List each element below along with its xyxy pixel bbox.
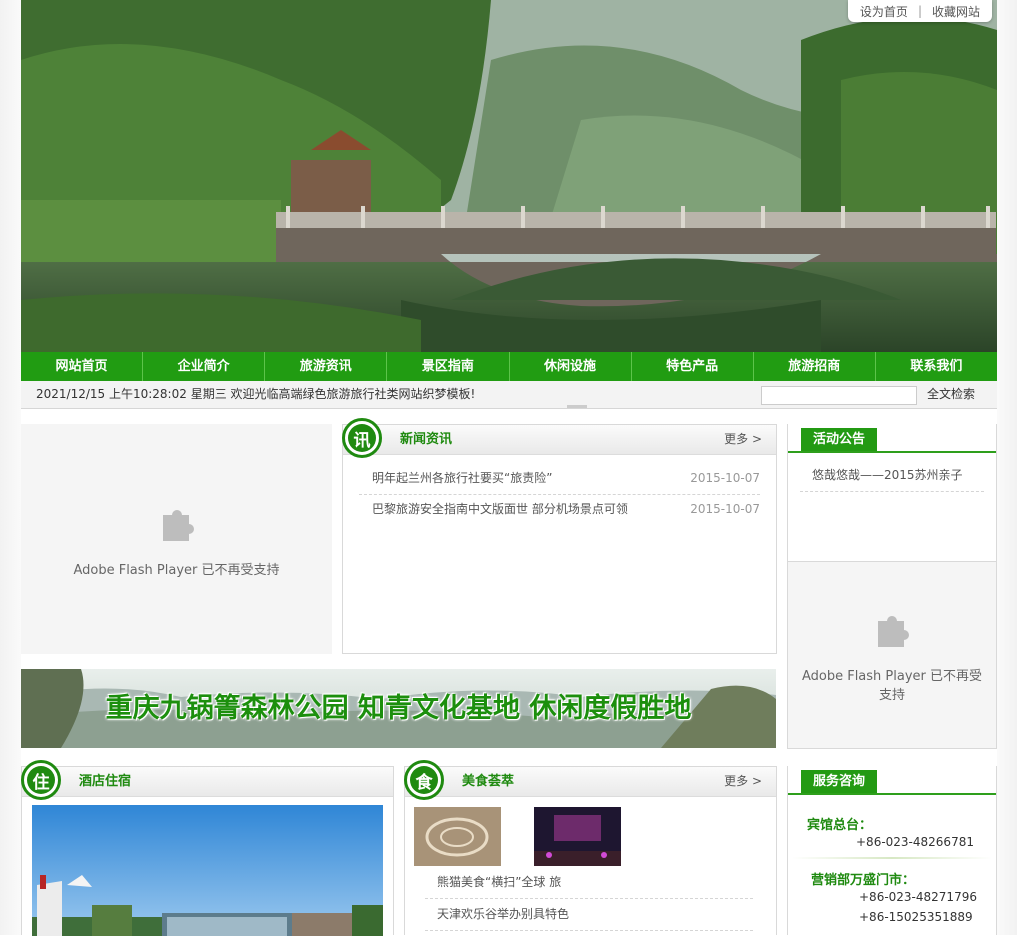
news-item-date: 2015-10-07 (690, 471, 760, 485)
sales-phone-1: +86-023-48271796 (859, 890, 977, 904)
food-thumbnail[interactable] (414, 807, 501, 866)
news-panel-title: 新闻资讯 (400, 432, 453, 447)
food-more-link[interactable]: 更多 > (724, 767, 762, 796)
hotel-panel-header: 住 酒店住宿 (21, 760, 393, 800)
nav-item-contact[interactable]: 联系我们 (876, 352, 997, 381)
search-button[interactable]: 全文检索 (927, 381, 975, 408)
set-homepage-link[interactable]: 设为首页 (860, 3, 908, 20)
notice-panel-title: 活动公告 (801, 428, 878, 451)
nav-item-investment[interactable]: 旅游招商 (754, 352, 876, 381)
hotel-panel-title: 酒店住宿 (79, 774, 132, 789)
notice-panel-header: 活动公告 (788, 424, 996, 453)
service-divider (792, 857, 992, 859)
slogan-text: 重庆九锅箐森林公园 知青文化基地 休闲度假胜地 (105, 693, 692, 724)
nav-item-home[interactable]: 网站首页 (21, 352, 144, 381)
event-thumbnail[interactable] (534, 807, 621, 866)
flash-placeholder-right: Adobe Flash Player 已不再受支持 (787, 562, 997, 749)
news-panel: 讯 新闻资讯 更多 > 明年起兰州各旅行社要买“旅责险” 2015-10-07 … (342, 418, 777, 654)
sales-office-label: 营销部万盛门市： (811, 873, 916, 888)
food-item-title[interactable]: 天津欢乐谷举办别具特色 (437, 907, 569, 921)
page-edge-left (0, 0, 21, 935)
food-item: 熊猫美食“横扫”全球 旅 (425, 867, 753, 899)
hotel-desk-phone: +86-023-48266781 (856, 835, 974, 849)
page-container: 设为首页 | 收藏网站 网站首页 企业简介 旅游资讯 景区指南 休闲设施 特色产… (21, 0, 997, 936)
nav-item-leisure[interactable]: 休闲设施 (510, 352, 632, 381)
plugin-puzzle-icon (878, 616, 909, 647)
service-panel: 服务咨询 宾馆总台： +86-023-48266781 营销部万盛门市： +86… (787, 766, 997, 935)
food-badge-icon: 食 (404, 760, 444, 800)
hotel-badge-icon: 住 (21, 760, 61, 800)
news-badge-icon: 讯 (342, 418, 382, 458)
notice-item: 悠哉悠哉——2015苏州亲子 (800, 460, 984, 492)
scroll-grip[interactable] (567, 405, 587, 408)
nav-item-about[interactable]: 企业简介 (143, 352, 266, 381)
notice-panel: 活动公告 悠哉悠哉——2015苏州亲子 (787, 424, 997, 562)
main-nav: 网站首页 企业简介 旅游资讯 景区指南 休闲设施 特色产品 旅游招商 联系我们 (21, 352, 997, 381)
news-item-title[interactable]: 明年起兰州各旅行社要买“旅责险” (372, 463, 552, 494)
service-panel-header: 服务咨询 (788, 766, 996, 795)
slogan-banner[interactable]: 重庆九锅箐森林公园 知青文化基地 休闲度假胜地 (21, 669, 776, 748)
bookmark-link[interactable]: 收藏网站 (932, 3, 980, 20)
search-input[interactable] (761, 386, 917, 405)
flash-unsupported-text-right: Adobe Flash Player 已不再受支持 (801, 669, 983, 703)
top-links-bar: 设为首页 | 收藏网站 (847, 0, 992, 22)
news-item: 巴黎旅游安全指南中文版面世 部分机场景点可领 2015-10-07 (359, 494, 760, 525)
food-item-title[interactable]: 熊猫美食“横扫”全球 旅 (437, 875, 561, 889)
page-edge-right (997, 0, 1017, 935)
top-links-separator: | (917, 4, 922, 18)
nav-item-guide[interactable]: 景区指南 (387, 352, 510, 381)
notice-item-title[interactable]: 悠哉悠哉——2015苏州亲子 (812, 468, 963, 482)
food-item: 天津欢乐谷举办别具特色 (425, 899, 753, 931)
hotel-desk-label: 宾馆总台： (807, 818, 873, 833)
hotel-photo[interactable] (32, 805, 383, 936)
flash-unsupported-text-left: Adobe Flash Player 已不再受支持 (73, 562, 280, 578)
welcome-text: 欢迎光临高端绿色旅游旅行社类网站织梦模板! (230, 387, 476, 401)
food-panel: 食 美食荟萃 更多 > 熊猫美食“横扫”全球 旅 天津欢乐谷举办别具特色 (404, 760, 777, 935)
news-more-link[interactable]: 更多 > (724, 425, 762, 454)
news-item: 明年起兰州各旅行社要买“旅责险” 2015-10-07 (359, 463, 760, 495)
food-panel-title: 美食荟萃 (462, 774, 515, 789)
hotel-panel: 住 酒店住宿 (21, 760, 394, 936)
nav-item-news[interactable]: 旅游资讯 (265, 352, 388, 381)
plugin-puzzle-icon (162, 509, 194, 541)
flash-placeholder-left: Adobe Flash Player 已不再受支持 (21, 424, 332, 654)
info-bar: 2021/12/15 上午10:28:02 星期三 欢迎光临高端绿色旅游旅行社类… (21, 381, 997, 409)
welcome-ticker: 2021/12/15 上午10:28:02 星期三 欢迎光临高端绿色旅游旅行社类… (36, 381, 475, 408)
news-item-date: 2015-10-07 (690, 502, 760, 516)
news-panel-header: 讯 新闻资讯 更多 > (342, 418, 776, 458)
datetime-text: 2021/12/15 上午10:28:02 星期三 (36, 387, 227, 401)
nav-item-products[interactable]: 特色产品 (632, 352, 754, 381)
header-banner-image: 设为首页 | 收藏网站 (21, 0, 997, 352)
service-panel-title: 服务咨询 (801, 770, 878, 793)
sales-phone-2: +86-15025351889 (859, 910, 973, 924)
news-item-title[interactable]: 巴黎旅游安全指南中文版面世 部分机场景点可领 (372, 494, 628, 525)
food-panel-header: 食 美食荟萃 更多 > (404, 760, 776, 800)
